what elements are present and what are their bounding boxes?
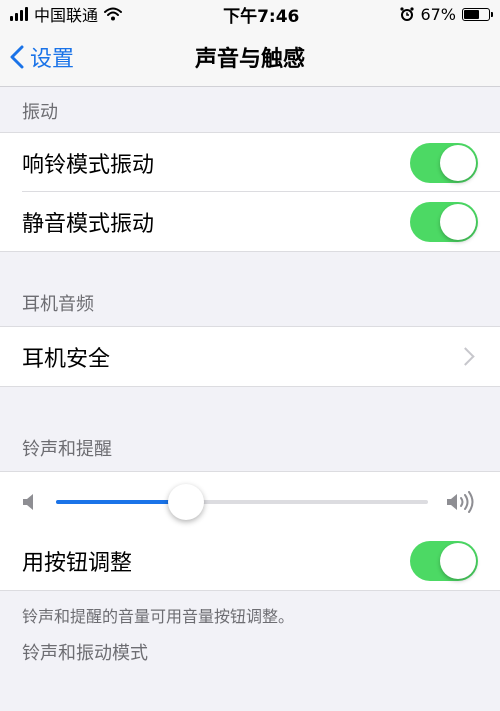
ringer-volume-row: [0, 472, 500, 531]
signal-icon: [10, 7, 28, 21]
speaker-high-icon: [447, 490, 474, 513]
speaker-low-icon: [23, 493, 33, 510]
status-time: 下午7:46: [223, 6, 300, 27]
back-button[interactable]: 设置: [10, 28, 74, 86]
section-header-ringer: 铃声和提醒: [22, 439, 112, 460]
battery-percent: 67%: [420, 4, 456, 24]
button-adjust-label: 用按钮调整: [22, 550, 133, 576]
silent-vibration-toggle[interactable]: [410, 201, 478, 242]
headphone-group: 耳机安全: [0, 326, 500, 387]
ring-vibration-toggle[interactable]: [410, 142, 478, 183]
toggle-knob: [440, 144, 476, 181]
silent-vibration-row: 静音模式振动: [0, 191, 500, 251]
battery-fill: [464, 9, 480, 19]
toggle-knob: [440, 542, 476, 579]
section-header-patterns: 铃声和振动模式: [22, 643, 148, 664]
silent-vibration-label: 静音模式振动: [22, 211, 155, 237]
navigation-bar: 设置 声音与触感: [0, 28, 500, 87]
status-left: 中国联通: [10, 2, 123, 26]
page-title: 声音与触感: [194, 47, 305, 72]
button-adjust-row: 用按钮调整: [0, 531, 500, 590]
ring-vibration-row: 响铃模式振动: [0, 133, 500, 192]
status-bar: 中国联通 下午7:46 67%: [0, 0, 500, 28]
ring-vibration-label: 响铃模式振动: [22, 152, 155, 178]
section-header-headphone: 耳机音频: [22, 294, 94, 315]
battery-icon: [462, 7, 493, 21]
toggle-knob: [440, 203, 476, 240]
headphone-safety-label: 耳机安全: [22, 346, 111, 372]
vibration-group: 响铃模式振动 静音模式振动: [0, 132, 500, 252]
alarm-icon: [400, 7, 415, 21]
button-adjust-toggle[interactable]: [410, 540, 478, 581]
back-label[interactable]: 设置: [30, 41, 74, 73]
volume-slider-fill: [56, 499, 187, 504]
status-right: 67%: [400, 4, 493, 24]
section-header-vibration: 振动: [22, 102, 58, 123]
volume-slider[interactable]: [56, 483, 428, 520]
chevron-right-icon: [456, 347, 475, 366]
ringer-footnote: 铃声和提醒的音量可用音量按钮调整。: [22, 607, 295, 626]
volume-slider-thumb[interactable]: [168, 483, 205, 520]
headphone-safety-row[interactable]: 耳机安全: [0, 327, 500, 386]
wifi-icon: [104, 7, 123, 21]
carrier-name: 中国联通: [34, 6, 99, 25]
chevron-left-icon: [10, 45, 24, 69]
ringer-group: 用按钮调整: [0, 471, 500, 591]
